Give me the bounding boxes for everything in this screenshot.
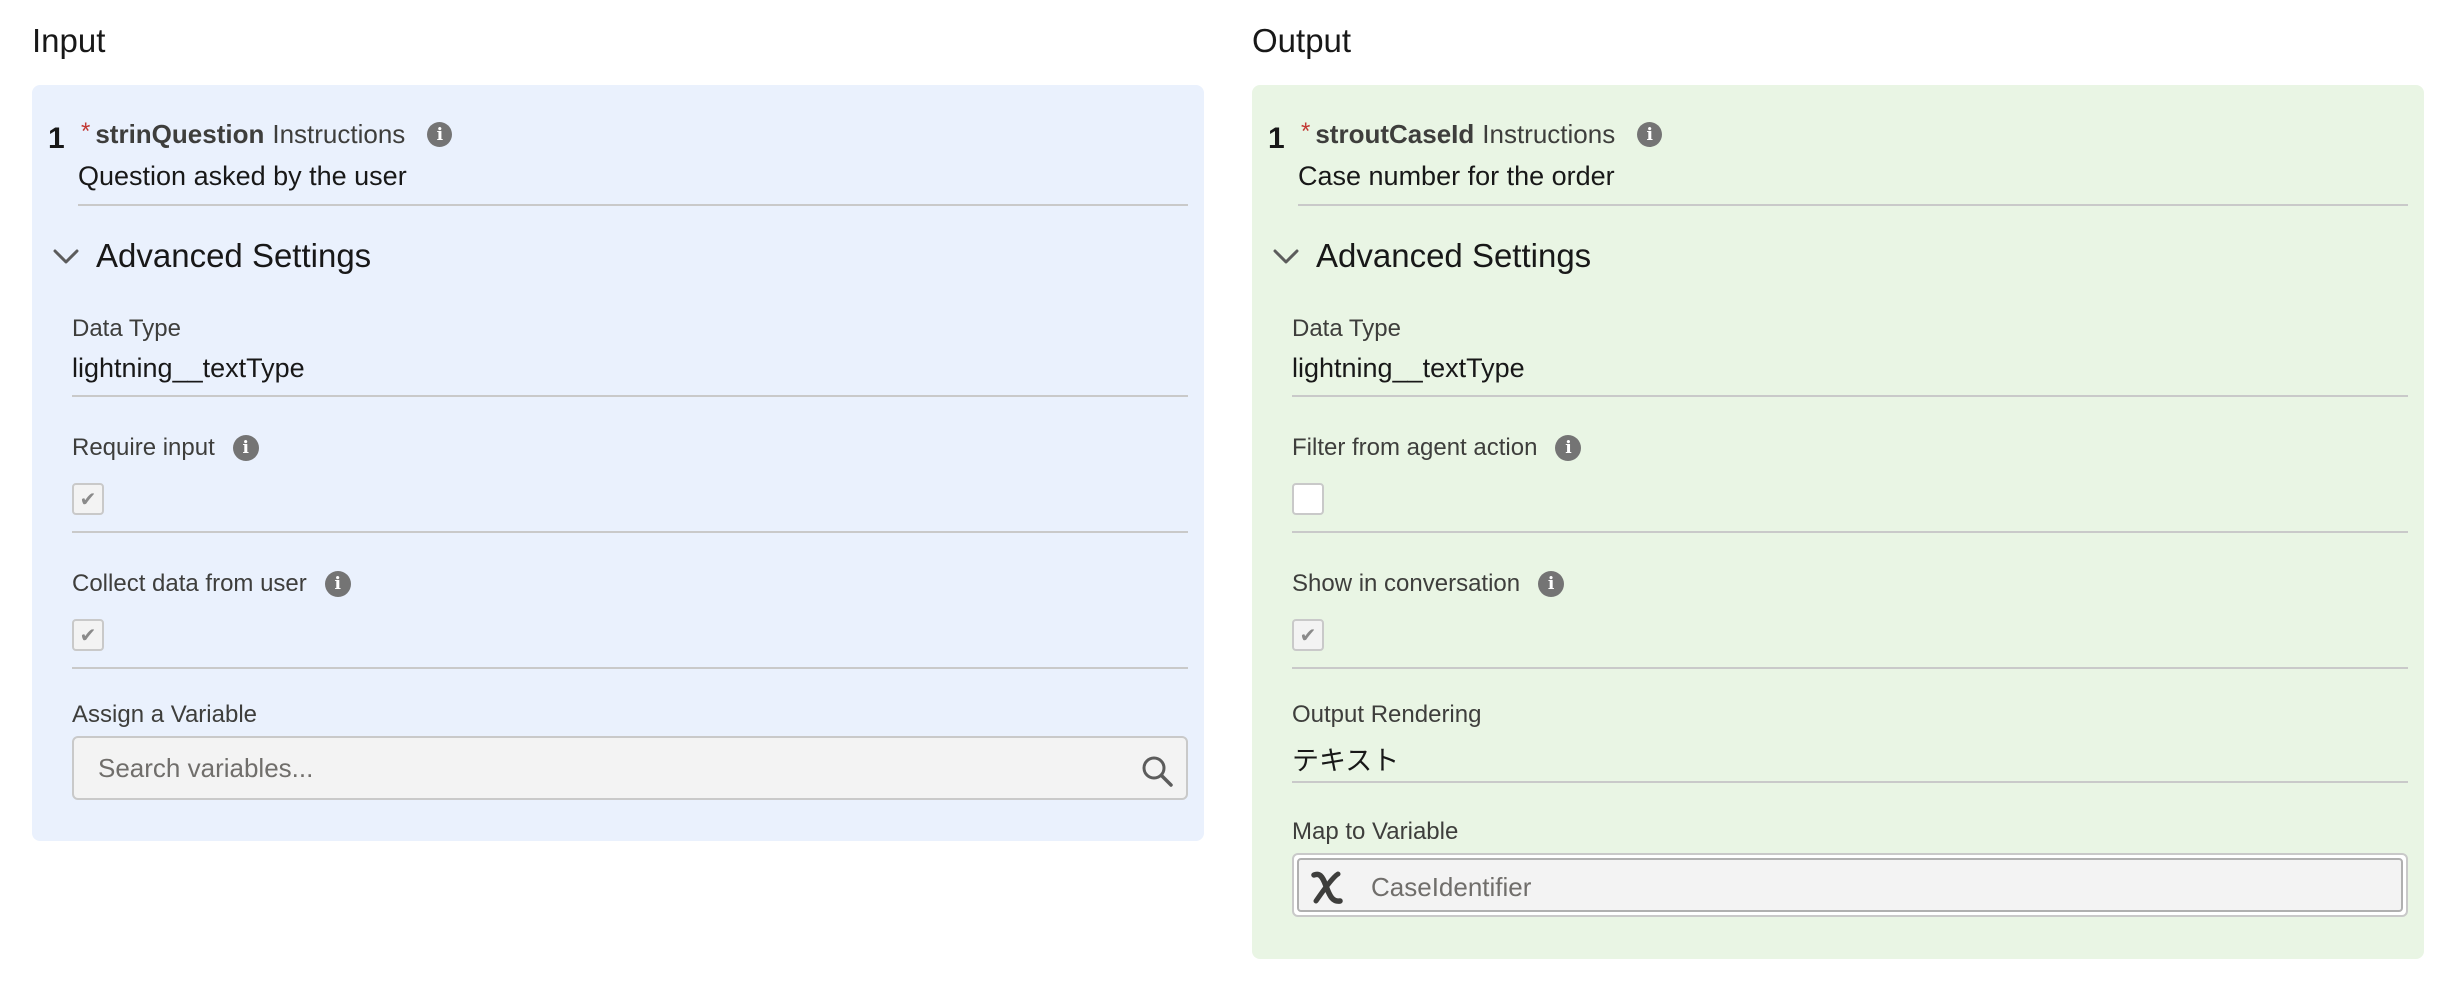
input-heading: Input — [32, 22, 106, 59]
variable-search-box — [72, 736, 1188, 800]
variable-search-input[interactable] — [98, 750, 1098, 786]
collect-data-label: Collect data from user i — [72, 570, 351, 598]
input-panel: 1 * strinQuestion Instructions i Questio… — [32, 85, 1204, 841]
output-row-number: 1 — [1268, 122, 1285, 155]
output-data-type-value: lightning__textType — [1292, 353, 2408, 397]
info-icon[interactable]: i — [1538, 571, 1565, 597]
require-input-row: ✔ — [72, 483, 1188, 533]
input-param-header: * strinQuestion Instructions i — [81, 117, 453, 150]
map-to-variable-box: CaseIdentifier — [1292, 853, 2408, 917]
require-input-checkbox[interactable]: ✔ — [72, 483, 104, 515]
info-icon[interactable]: i — [1637, 122, 1663, 147]
assign-variable-label: Assign a Variable — [72, 701, 257, 729]
checkmark-icon: ✔ — [79, 488, 97, 511]
output-rendering-label: Output Rendering — [1292, 701, 1481, 729]
collect-data-row: ✔ — [72, 619, 1188, 669]
input-data-type-value: lightning__textType — [72, 353, 1188, 397]
instructions-label: Instructions — [272, 119, 406, 149]
map-to-variable-label-text: Map to Variable — [1292, 818, 1459, 845]
advanced-settings-label: Advanced Settings — [1316, 237, 1592, 274]
output-rendering-value: テキスト — [1292, 739, 2408, 783]
collect-data-label-text: Collect data from user — [72, 570, 307, 597]
map-to-variable-pill[interactable]: CaseIdentifier — [1297, 858, 2403, 912]
filter-agent-action-label-text: Filter from agent action — [1292, 434, 1538, 461]
filter-agent-action-row — [1292, 483, 2408, 533]
instructions-label: Instructions — [1482, 119, 1616, 149]
map-to-variable-value: CaseIdentifier — [1371, 872, 1532, 902]
info-icon[interactable]: i — [1555, 435, 1582, 461]
output-rendering-label-text: Output Rendering — [1292, 701, 1482, 728]
output-heading: Output — [1252, 22, 1352, 59]
output-advanced-settings-toggle[interactable]: Advanced Settings — [1270, 237, 1591, 275]
require-input-label-text: Require input — [72, 434, 215, 461]
show-in-conversation-label-text: Show in conversation — [1292, 570, 1521, 597]
collect-data-checkbox[interactable]: ✔ — [72, 619, 104, 651]
checkmark-icon: ✔ — [79, 624, 97, 647]
show-in-conversation-checkbox[interactable]: ✔ — [1292, 619, 1324, 651]
show-in-conversation-row: ✔ — [1292, 619, 2408, 669]
info-icon[interactable]: i — [324, 571, 351, 597]
chevron-down-icon — [53, 249, 79, 264]
checkmark-icon: ✔ — [1299, 624, 1317, 647]
output-panel: 1 * stroutCaseId Instructions i Case num… — [1252, 85, 2424, 959]
require-input-label: Require input i — [72, 434, 259, 462]
show-in-conversation-label: Show in conversation i — [1292, 570, 1565, 598]
search-icon[interactable] — [1140, 754, 1174, 788]
output-param-name: stroutCaseId — [1315, 119, 1475, 149]
data-type-label-text: Data Type — [1292, 315, 1401, 342]
output-param-header: * stroutCaseId Instructions i — [1301, 117, 1663, 150]
advanced-settings-label: Advanced Settings — [96, 237, 372, 274]
variable-icon — [1311, 871, 1343, 904]
info-icon[interactable]: i — [232, 435, 259, 461]
assign-variable-label-text: Assign a Variable — [72, 701, 257, 728]
filter-agent-action-label: Filter from agent action i — [1292, 434, 1582, 462]
input-param-name: strinQuestion — [95, 119, 265, 149]
info-icon[interactable]: i — [427, 122, 453, 147]
map-to-variable-label: Map to Variable — [1292, 818, 1458, 846]
input-instructions-field[interactable]: Question asked by the user — [78, 161, 1188, 206]
required-marker: * — [1301, 117, 1311, 145]
required-marker: * — [81, 117, 91, 145]
filter-agent-action-checkbox[interactable] — [1292, 483, 1324, 515]
input-row-number: 1 — [48, 122, 65, 155]
data-type-label-text: Data Type — [72, 315, 181, 342]
input-advanced-settings-toggle[interactable]: Advanced Settings — [50, 237, 371, 275]
data-type-label: Data Type — [72, 315, 181, 343]
chevron-down-icon — [1273, 249, 1299, 264]
data-type-label: Data Type — [1292, 315, 1401, 343]
output-instructions-field[interactable]: Case number for the order — [1298, 161, 2408, 206]
